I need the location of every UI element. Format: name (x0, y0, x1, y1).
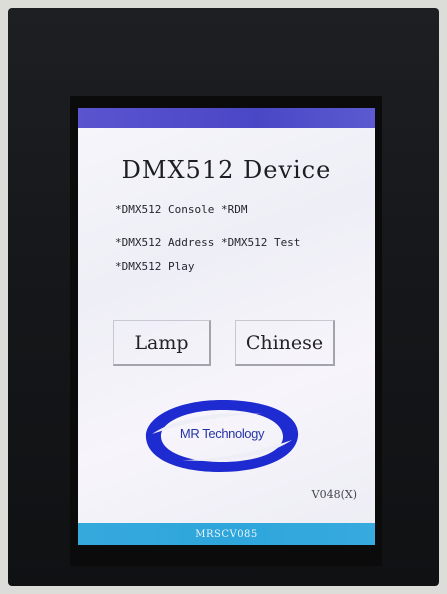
lcd-screen: DMX512 Device *DMX512 Console *RDM *DMX5… (78, 108, 375, 545)
top-status-bar (78, 108, 375, 128)
bottom-status-bar: MRSCV085 (78, 523, 375, 545)
menu-line-address-test[interactable]: *DMX512 Address *DMX512 Test (115, 236, 300, 249)
chinese-button[interactable]: Chinese (235, 320, 335, 366)
version-label: V048(X) (311, 488, 357, 501)
mr-technology-logo: MR Technology (142, 396, 302, 476)
logo-text: MR Technology (179, 426, 265, 441)
menu-line-console-rdm[interactable]: *DMX512 Console *RDM (115, 203, 247, 216)
lamp-button[interactable]: Lamp (113, 320, 211, 366)
menu-line-play[interactable]: *DMX512 Play (115, 260, 194, 273)
footer-code: MRSCV085 (195, 528, 258, 540)
page-title: DMX512 Device (121, 156, 332, 184)
